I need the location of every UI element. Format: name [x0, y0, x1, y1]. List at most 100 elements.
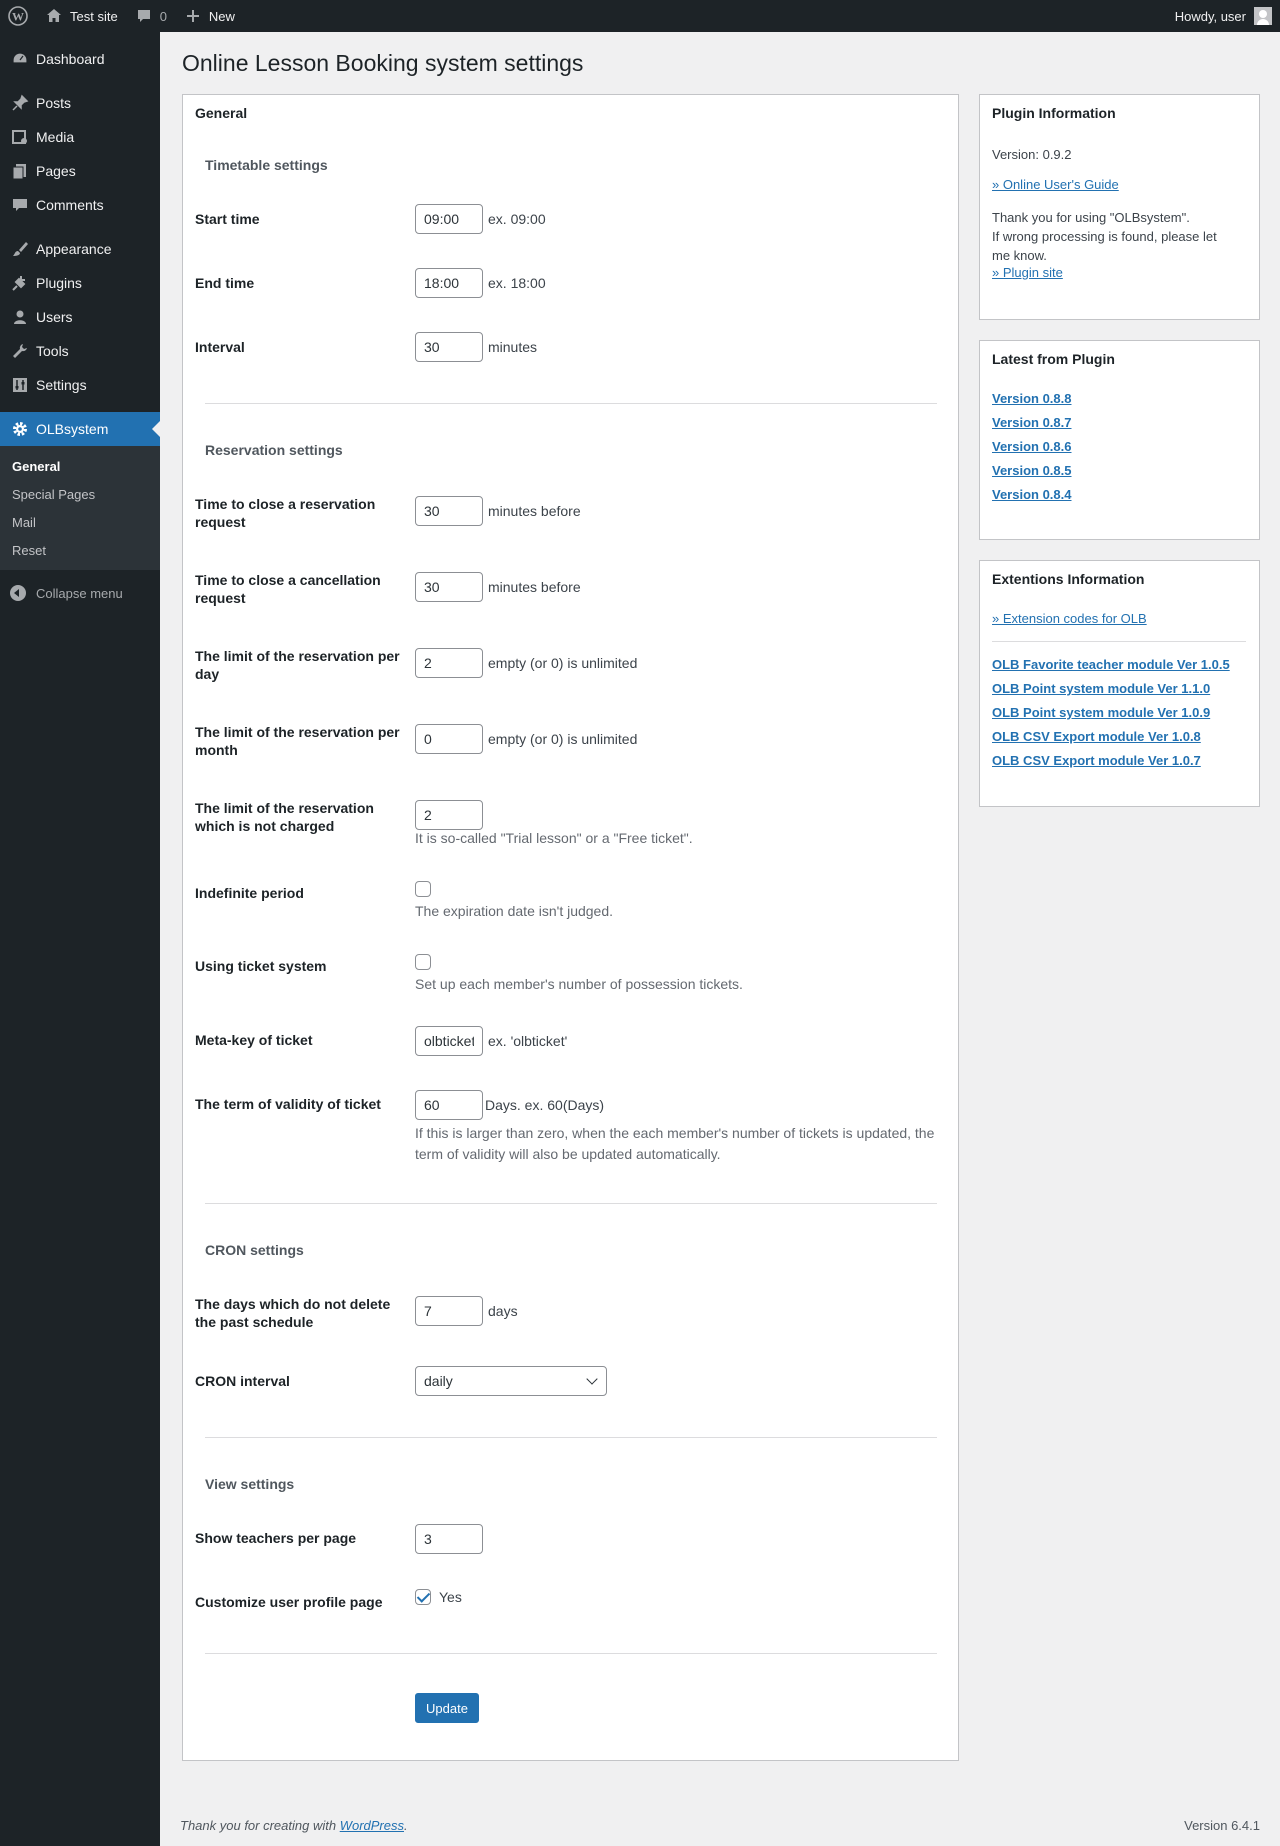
- media-icon: [10, 127, 30, 147]
- latest-version-link[interactable]: Version 0.8.7: [992, 415, 1072, 430]
- extension-module-link[interactable]: OLB Favorite teacher module Ver 1.0.5: [992, 657, 1230, 672]
- meta-key-input[interactable]: [415, 1026, 483, 1056]
- admin-bar: W Test site 0 New Howdy, user: [0, 0, 1280, 32]
- olbsystem-submenu: General Special Pages Mail Reset: [0, 446, 160, 570]
- footer-thanks-suffix: .: [404, 1818, 408, 1833]
- cron-days-row: days: [415, 1296, 518, 1326]
- submenu-special-pages[interactable]: Special Pages: [0, 480, 160, 508]
- cron-days-unit: days: [488, 1303, 518, 1319]
- new-content-link[interactable]: New: [175, 0, 243, 32]
- sliders-icon: [10, 375, 30, 395]
- interval-input[interactable]: [415, 332, 483, 362]
- site-name-link[interactable]: Test site: [36, 0, 126, 32]
- sidebar-item-comments[interactable]: Comments: [0, 188, 160, 222]
- wordpress-logo-menu[interactable]: W: [0, 0, 36, 32]
- end-time-hint: ex. 18:00: [488, 275, 546, 291]
- limit-free-description: It is so-called "Trial lesson" or a "Fre…: [415, 830, 693, 846]
- divider: [205, 1437, 937, 1438]
- home-icon: [44, 6, 64, 26]
- sidebar-item-media[interactable]: Media: [0, 120, 160, 154]
- meta-key-label: Meta-key of ticket: [195, 1032, 313, 1048]
- sidebar-item-settings[interactable]: Settings: [0, 368, 160, 402]
- close-cancellation-unit: minutes before: [488, 579, 581, 595]
- close-reservation-input[interactable]: [415, 496, 483, 526]
- sidebar-item-pages[interactable]: Pages: [0, 154, 160, 188]
- sidebar-item-tools[interactable]: Tools: [0, 334, 160, 368]
- divider: [205, 1653, 937, 1654]
- wordpress-logo-icon: W: [8, 6, 28, 26]
- comments-count: 0: [159, 8, 167, 24]
- ticket-system-checkbox[interactable]: [415, 954, 431, 970]
- sidebar-item-label: Posts: [36, 95, 72, 111]
- submenu-reset[interactable]: Reset: [0, 536, 160, 564]
- divider: [205, 403, 937, 404]
- cron-days-input[interactable]: [415, 1296, 483, 1326]
- sidebar-item-label: Pages: [36, 163, 76, 179]
- interval-unit: minutes: [488, 339, 538, 355]
- sidebar-item-appearance[interactable]: Appearance: [0, 232, 160, 266]
- ticket-system-label: Using ticket system: [195, 958, 327, 974]
- close-reservation-unit: minutes before: [488, 503, 581, 519]
- latest-version-link[interactable]: Version 0.8.5: [992, 463, 1072, 478]
- howdy-label: Howdy, user: [1174, 8, 1246, 24]
- sidebar-item-label: Tools: [36, 343, 69, 359]
- end-time-input[interactable]: [415, 268, 483, 298]
- ticket-validity-input[interactable]: [415, 1090, 483, 1120]
- latest-version-link[interactable]: Version 0.8.8: [992, 391, 1072, 406]
- close-cancellation-input[interactable]: [415, 572, 483, 602]
- divider: [992, 641, 1246, 642]
- submenu-mail[interactable]: Mail: [0, 508, 160, 536]
- svg-text:W: W: [12, 10, 24, 24]
- sidebar-item-label: OLBsystem: [36, 421, 109, 437]
- extension-module-link[interactable]: OLB Point system module Ver 1.1.0: [992, 681, 1210, 696]
- teachers-per-page-label: Show teachers per page: [195, 1530, 357, 1546]
- extension-module-link[interactable]: OLB CSV Export module Ver 1.0.8: [992, 729, 1201, 744]
- extension-module-link[interactable]: OLB CSV Export module Ver 1.0.7: [992, 753, 1201, 768]
- teachers-per-page-input[interactable]: [415, 1524, 483, 1554]
- cron-interval-select[interactable]: daily: [415, 1366, 607, 1396]
- limit-per-day-input[interactable]: [415, 648, 483, 678]
- sidebar-item-dashboard[interactable]: Dashboard: [0, 42, 160, 76]
- limit-free-input[interactable]: [415, 800, 483, 830]
- cron-interval-row: daily: [415, 1366, 607, 1396]
- latest-version-link[interactable]: Version 0.8.6: [992, 439, 1072, 454]
- indefinite-period-checkbox[interactable]: [415, 881, 431, 897]
- sidebar-item-posts[interactable]: Posts: [0, 86, 160, 120]
- plugin-site-link[interactable]: » Plugin site: [992, 265, 1063, 280]
- comments-link[interactable]: 0: [126, 0, 175, 32]
- start-time-input[interactable]: [415, 204, 483, 234]
- site-name-label: Test site: [70, 8, 118, 24]
- extension-module-link[interactable]: OLB Point system module Ver 1.0.9: [992, 705, 1210, 720]
- page-title: Online Lesson Booking system settings: [182, 50, 584, 76]
- close-cancellation-label: Time to close a cancellation request: [195, 572, 381, 606]
- update-button[interactable]: Update: [415, 1693, 479, 1723]
- ticket-validity-row: Days. ex. 60(Days): [415, 1090, 604, 1120]
- sidebar-item-users[interactable]: Users: [0, 300, 160, 334]
- customize-profile-checkbox[interactable]: [415, 1589, 431, 1605]
- end-time-label: End time: [195, 275, 255, 291]
- collapse-menu-button[interactable]: Collapse menu: [0, 576, 160, 610]
- latest-version-link[interactable]: Version 0.8.4: [992, 487, 1072, 502]
- wordpress-link[interactable]: WordPress: [340, 1818, 404, 1833]
- pages-icon: [10, 161, 30, 181]
- reservation-heading: Reservation settings: [205, 442, 343, 458]
- submenu-general[interactable]: General: [0, 452, 160, 480]
- ticket-system-description: Set up each member's number of possessio…: [415, 976, 743, 992]
- chevron-down-icon: [586, 1373, 598, 1385]
- online-users-guide-link[interactable]: » Online User's Guide: [992, 177, 1119, 192]
- footer-thanks-text: Thank you for creating with: [180, 1818, 340, 1833]
- sidebar-item-plugins[interactable]: Plugins: [0, 266, 160, 300]
- sidebar-item-olbsystem[interactable]: OLBsystem: [0, 412, 160, 446]
- limit-per-day-label: The limit of the reservation per day: [195, 648, 400, 682]
- comment-bubble-icon: [134, 6, 154, 26]
- limit-per-month-input[interactable]: [415, 724, 483, 754]
- my-account-link[interactable]: Howdy, user: [1175, 7, 1280, 25]
- start-time-row: ex. 09:00: [415, 204, 546, 234]
- interval-label: Interval: [195, 339, 245, 355]
- cron-days-label: The days which do not delete the past sc…: [195, 1296, 391, 1330]
- extension-codes-link[interactable]: » Extension codes for OLB: [992, 611, 1147, 626]
- view-heading: View settings: [205, 1476, 295, 1492]
- timetable-heading: Timetable settings: [205, 157, 328, 173]
- new-label: New: [208, 8, 235, 24]
- limit-free-label: The limit of the reservation which is no…: [195, 800, 374, 834]
